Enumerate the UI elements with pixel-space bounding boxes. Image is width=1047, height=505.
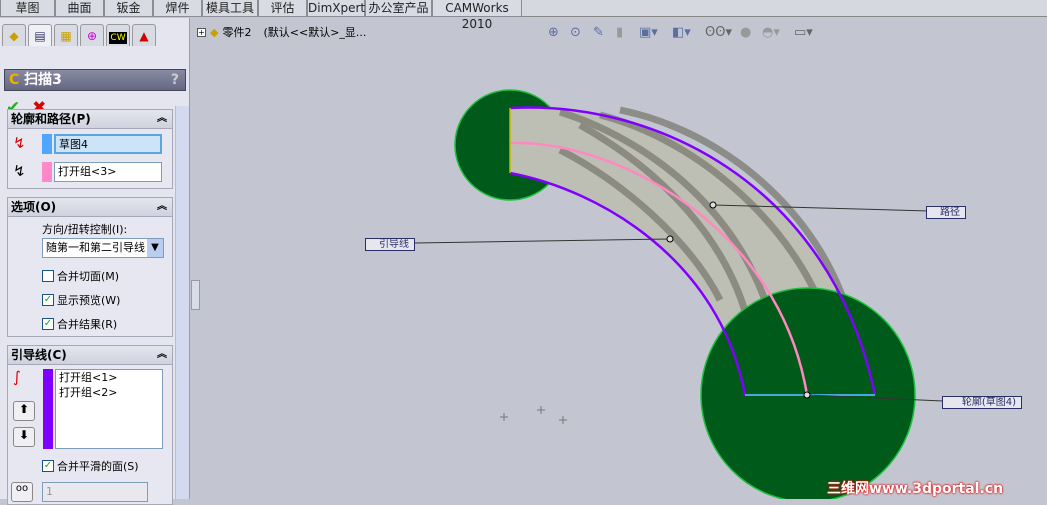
panel-scrollbar[interactable] bbox=[175, 106, 189, 499]
command-manager-tabs: 草图 曲面 钣金 焊件 模具工具 评估 DimXpert 办公室产品 CAMWo… bbox=[0, 0, 1047, 31]
profile-callout[interactable]: 轮廓(草图4) bbox=[942, 396, 1022, 409]
model-canvas[interactable] bbox=[192, 18, 1047, 499]
guide-curves-group: 引导线(C) ︽ ∫ 打开组<1> 打开组<2> ⬆ ⬇ ✓ 合并平滑的面(S) o… bbox=[7, 345, 173, 505]
property-icon: ▤ bbox=[34, 29, 46, 43]
checkbox-label: 显示预览(W) bbox=[57, 294, 121, 307]
guide-curves-list[interactable]: 打开组<1> 打开组<2> bbox=[55, 369, 163, 449]
checkbox-label: 合并结果(R) bbox=[57, 318, 118, 331]
guide-curve-icon: ∫ bbox=[13, 368, 21, 386]
profile-path-header[interactable]: 轮廓和路径(P) ︽ bbox=[8, 110, 172, 129]
guide-callout[interactable]: 引导线 bbox=[365, 238, 415, 251]
tab-office-products[interactable]: 办公室产品 bbox=[365, 0, 432, 17]
glasses-button[interactable]: oo bbox=[11, 482, 33, 502]
twist-control-select[interactable]: 随第一和第二引导线 ▼ bbox=[42, 238, 164, 258]
feature-title-bar: C 扫描3 ? bbox=[4, 69, 186, 91]
profile-icon: ↯ bbox=[13, 134, 26, 152]
camworks-icon: CW bbox=[109, 32, 127, 44]
part-icon: ◆ bbox=[9, 29, 19, 43]
path-callout[interactable]: 路径 bbox=[926, 206, 966, 219]
group-title: 选项(O) bbox=[11, 200, 57, 214]
checkbox[interactable]: ✓ bbox=[42, 460, 54, 472]
profile-field[interactable]: 草图4 bbox=[54, 134, 162, 154]
property-manager-panel: ◆ ▤ ▦ ⊕ CW ▲ C 扫描3 ? ✔ ✖ 轮廓和路径(P) ︽ ↯ 草图4… bbox=[0, 18, 190, 505]
sweep-icon: C bbox=[9, 72, 20, 88]
checkbox[interactable] bbox=[42, 270, 54, 282]
help-button[interactable]: ? bbox=[171, 70, 179, 90]
list-item[interactable]: 打开组<2> bbox=[59, 385, 162, 400]
collapse-icon[interactable]: ︽ bbox=[157, 198, 167, 216]
twist-control-label: 方向/扭转控制(I): bbox=[42, 223, 128, 236]
chevron-down-icon[interactable]: ▼ bbox=[147, 239, 163, 257]
guide-handle bbox=[666, 235, 674, 243]
path-handle bbox=[709, 201, 717, 209]
merge-smooth-faces-checkbox[interactable]: ✓ 合并平滑的面(S) bbox=[42, 458, 139, 474]
checkbox[interactable]: ✓ bbox=[42, 318, 54, 330]
options-header[interactable]: 选项(O) ︽ bbox=[8, 198, 172, 217]
guide-color-swatch bbox=[43, 369, 53, 449]
property-manager-tab[interactable]: ▤ bbox=[28, 24, 52, 46]
configuration-icon: ▦ bbox=[60, 29, 72, 43]
tab-evaluate[interactable]: 评估 bbox=[258, 0, 307, 17]
collapse-icon[interactable]: ︽ bbox=[157, 346, 167, 364]
checkbox[interactable]: ✓ bbox=[42, 294, 54, 306]
count-field[interactable]: 1 bbox=[42, 482, 148, 502]
tab-dimxpert[interactable]: DimXpert bbox=[307, 0, 365, 17]
merge-result-checkbox[interactable]: ✓ 合并结果(R) bbox=[42, 316, 117, 332]
profile-color-swatch bbox=[42, 134, 52, 154]
dimxpert-manager-tab[interactable]: ⊕ bbox=[80, 24, 104, 46]
configuration-manager-tab[interactable]: ▦ bbox=[54, 24, 78, 46]
feature-manager-tab[interactable]: ◆ bbox=[2, 24, 26, 46]
merge-tangent-checkbox[interactable]: 合并切面(M) bbox=[42, 268, 119, 284]
tab-mold-tools[interactable]: 模具工具 bbox=[202, 0, 258, 17]
tab-weldments[interactable]: 焊件 bbox=[153, 0, 202, 17]
feature-title: 扫描3 bbox=[24, 72, 62, 88]
list-item[interactable]: 打开组<1> bbox=[59, 370, 162, 385]
graphics-viewport[interactable]: + ◆ 零件2 (默认<<默认>_显... ⊕ ⊙ ✎ ▮ ▣▾ ◧▾ ʘʘ▾ … bbox=[192, 18, 1047, 499]
tab-sheet-metal[interactable]: 钣金 bbox=[104, 0, 153, 17]
select-value: 随第一和第二引导线 bbox=[46, 241, 145, 254]
arrow-down-icon: ⬇ bbox=[18, 428, 30, 442]
crosshair-icon: ⊕ bbox=[86, 29, 98, 43]
move-up-button[interactable]: ⬆ bbox=[13, 401, 35, 421]
display-icon: ▲ bbox=[139, 29, 149, 43]
display-manager-tab[interactable]: ▲ bbox=[132, 24, 156, 46]
group-title: 轮廓和路径(P) bbox=[11, 112, 91, 126]
profile-path-group: 轮廓和路径(P) ︽ ↯ 草图4 ↯ 打开组<3> bbox=[7, 109, 173, 189]
path-icon: ↯ bbox=[13, 162, 26, 180]
glasses-icon: oo bbox=[15, 483, 29, 494]
guide-leader bbox=[414, 238, 671, 244]
move-down-button[interactable]: ⬇ bbox=[13, 427, 35, 447]
camworks-tab[interactable]: CW bbox=[106, 24, 130, 46]
tab-camworks[interactable]: CAMWorks 2010 bbox=[432, 0, 522, 31]
tab-sketch[interactable]: 草图 bbox=[0, 0, 55, 17]
watermark: 三维网www.3dportal.cn bbox=[827, 481, 1004, 497]
profile-handle bbox=[803, 391, 811, 399]
show-preview-checkbox[interactable]: ✓ 显示预览(W) bbox=[42, 292, 120, 308]
group-title: 引导线(C) bbox=[11, 348, 67, 362]
path-color-swatch bbox=[42, 162, 52, 182]
guide-curves-header[interactable]: 引导线(C) ︽ bbox=[8, 346, 172, 365]
tab-surface[interactable]: 曲面 bbox=[55, 0, 104, 17]
origin-markers bbox=[500, 406, 567, 424]
options-group: 选项(O) ︽ 方向/扭转控制(I): 随第一和第二引导线 ▼ 合并切面(M) ✓ 显… bbox=[7, 197, 173, 337]
path-field[interactable]: 打开组<3> bbox=[54, 162, 162, 182]
checkbox-label: 合并切面(M) bbox=[57, 270, 120, 283]
arrow-up-icon: ⬆ bbox=[18, 402, 30, 416]
checkbox-label: 合并平滑的面(S) bbox=[57, 460, 139, 473]
collapse-icon[interactable]: ︽ bbox=[157, 110, 167, 128]
